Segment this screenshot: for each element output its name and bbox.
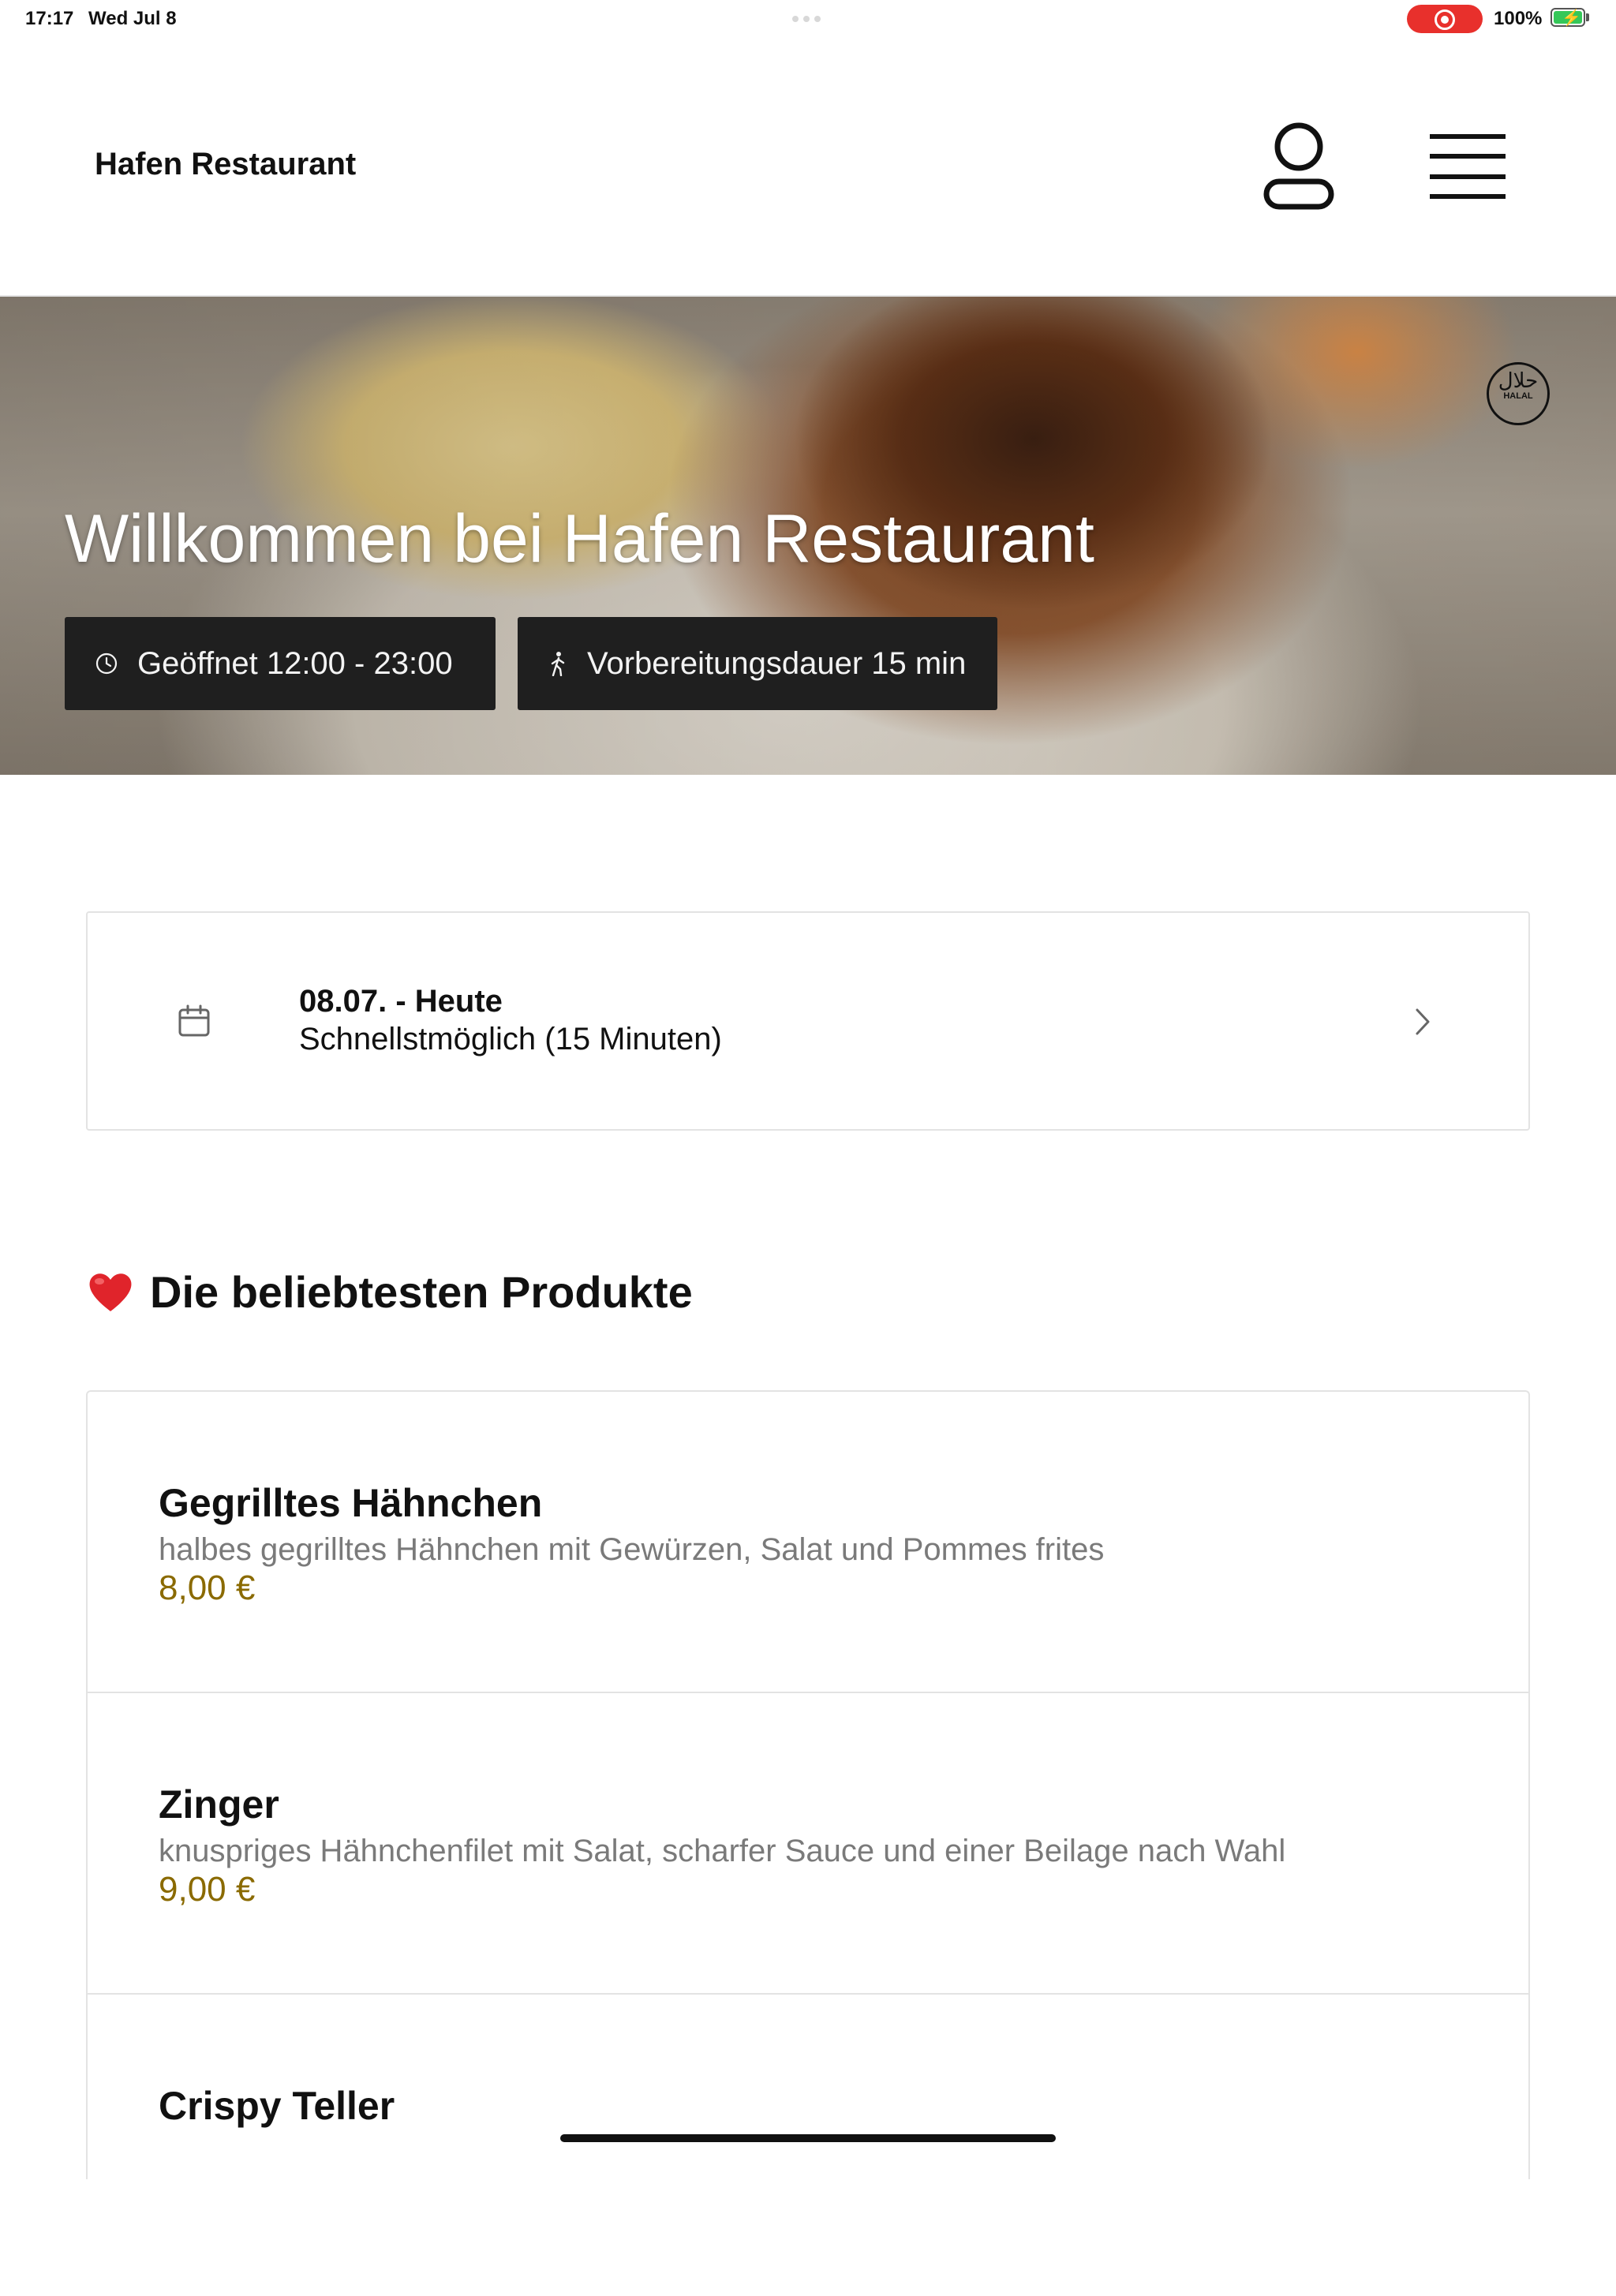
product-list: Gegrilltes Hähnchen halbes gegrilltes Hä… xyxy=(86,1390,1530,2179)
account-button[interactable] xyxy=(1259,121,1338,211)
pickup-date: 08.07. - Heute xyxy=(299,984,503,1019)
multitasking-dots-icon[interactable] xyxy=(792,16,824,22)
heart-icon xyxy=(89,1273,132,1311)
status-bar: 17:17 Wed Jul 8 100% ⚡ xyxy=(0,0,1616,38)
opening-hours-text: Geöffnet 12:00 - 23:00 xyxy=(137,645,453,681)
status-date: Wed Jul 8 xyxy=(88,8,177,29)
battery-percent: 100% xyxy=(1494,8,1543,29)
product-description: knuspriges Hähnchenfilet mit Salat, scha… xyxy=(159,1834,1286,1868)
menu-button[interactable] xyxy=(1428,131,1507,202)
pickup-time-selector[interactable]: 08.07. - Heute Schnellstmöglich (15 Minu… xyxy=(86,911,1530,1131)
app-header: Hafen Restaurant xyxy=(0,38,1616,297)
battery-icon: ⚡ xyxy=(1551,8,1585,27)
welcome-title: Willkommen bei Hafen Restaurant xyxy=(65,501,1094,577)
prep-time-badge: Vorbereitungsdauer 15 min xyxy=(518,617,997,710)
halal-badge-icon: حلال HALAL xyxy=(1487,362,1550,425)
product-price: 9,00 € xyxy=(159,1870,256,1909)
product-name: Zinger xyxy=(159,1782,279,1827)
opening-hours-badge: Geöffnet 12:00 - 23:00 xyxy=(65,617,496,710)
user-icon xyxy=(1263,122,1334,210)
calendar-icon xyxy=(178,1004,210,1037)
prep-time-text: Vorbereitungsdauer 15 min xyxy=(587,645,967,681)
screen-recording-indicator[interactable] xyxy=(1407,5,1483,33)
product-card[interactable]: Crispy Teller xyxy=(88,1995,1528,2296)
hamburger-menu-icon xyxy=(1430,134,1506,199)
product-card[interactable]: Zinger knuspriges Hähnchenfilet mit Sala… xyxy=(88,1693,1528,1995)
walking-person-icon xyxy=(551,652,565,676)
pickup-time: Schnellstmöglich (15 Minuten) xyxy=(299,1022,722,1056)
popular-heading-text: Die beliebtesten Produkte xyxy=(150,1267,693,1317)
product-price: 8,00 € xyxy=(159,1569,256,1607)
restaurant-name[interactable]: Hafen Restaurant xyxy=(95,147,356,182)
home-indicator[interactable] xyxy=(560,2134,1056,2142)
popular-products-heading: Die beliebtesten Produkte xyxy=(87,1266,693,1318)
product-name: Gegrilltes Hähnchen xyxy=(159,1481,543,1525)
chevron-right-icon xyxy=(1416,1008,1430,1035)
product-card[interactable]: Gegrilltes Hähnchen halbes gegrilltes Hä… xyxy=(88,1392,1528,1693)
product-name: Crispy Teller xyxy=(159,2084,395,2128)
clock-icon xyxy=(95,653,118,675)
product-description: halbes gegrilltes Hähnchen mit Gewürzen,… xyxy=(159,1532,1105,1567)
status-time: 17:17 xyxy=(25,8,74,29)
